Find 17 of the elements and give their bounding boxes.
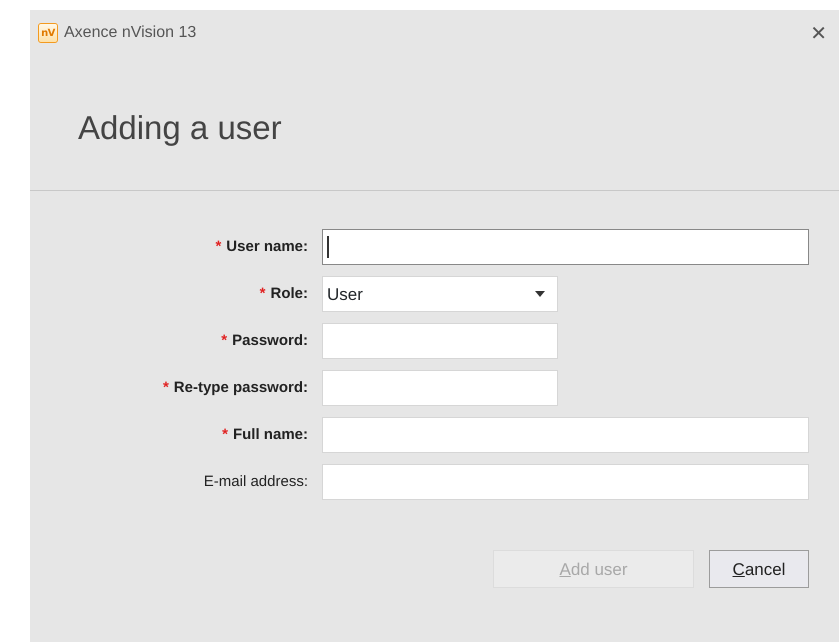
window-title: Axence nVision 13 <box>64 23 196 43</box>
field-label: * Role: <box>260 284 308 304</box>
password-field[interactable] <box>322 370 558 406</box>
cancel-button[interactable]: Cancel <box>709 550 809 588</box>
field-label: E-mail address: <box>204 472 308 492</box>
field-label: * User name: <box>215 237 308 258</box>
field-label: * Password: <box>221 331 308 352</box>
dialog-heading: Adding a user <box>78 110 283 146</box>
field-label: * Full name: <box>222 425 308 446</box>
text-cursor <box>327 236 329 258</box>
field-label: * Re-type password: <box>162 378 308 398</box>
role-dropdown[interactable]: User <box>322 276 558 312</box>
password-field[interactable] <box>322 323 558 360</box>
app-logo-icon: nV <box>38 23 58 43</box>
close-button[interactable]: ✕ <box>806 18 831 48</box>
input-field[interactable] <box>322 229 809 266</box>
dropdown-arrow-icon <box>535 291 545 298</box>
